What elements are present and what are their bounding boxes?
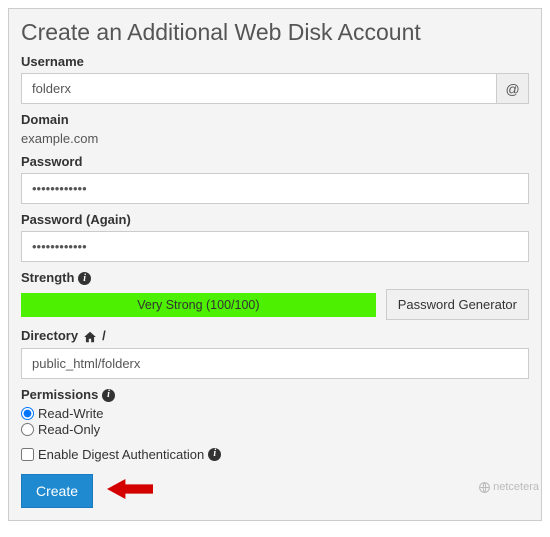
password2-input[interactable]: [21, 231, 529, 262]
strength-bar: Very Strong (100/100): [21, 293, 376, 317]
strength-label: Strength i: [21, 270, 529, 285]
at-addon: @: [497, 73, 529, 104]
permission-readwrite-radio[interactable]: [21, 407, 34, 420]
digest-auth-checkbox[interactable]: [21, 448, 34, 461]
info-icon: i: [78, 272, 91, 285]
home-icon: [83, 328, 97, 344]
username-input[interactable]: [21, 73, 497, 104]
password-input[interactable]: [21, 173, 529, 204]
page-title: Create an Additional Web Disk Account: [21, 19, 529, 46]
password-label: Password: [21, 154, 529, 169]
create-button[interactable]: Create: [21, 474, 93, 508]
directory-label: Directory /: [21, 328, 529, 344]
permission-readonly-label: Read-Only: [38, 422, 100, 437]
permission-readonly-radio[interactable]: [21, 423, 34, 436]
directory-input[interactable]: [21, 348, 529, 379]
password2-label: Password (Again): [21, 212, 529, 227]
password-generator-button[interactable]: Password Generator: [386, 289, 529, 320]
permissions-label: Permissions i: [21, 387, 529, 402]
create-webdisk-panel: Create an Additional Web Disk Account Us…: [8, 8, 542, 521]
info-icon: i: [102, 389, 115, 402]
info-icon: i: [208, 448, 221, 461]
permission-readwrite-label: Read-Write: [38, 406, 104, 421]
domain-value: example.com: [21, 131, 529, 146]
arrow-indicator: [107, 476, 153, 505]
domain-label: Domain: [21, 112, 529, 127]
digest-auth-label: Enable Digest Authentication: [38, 447, 204, 462]
username-label: Username: [21, 54, 529, 69]
